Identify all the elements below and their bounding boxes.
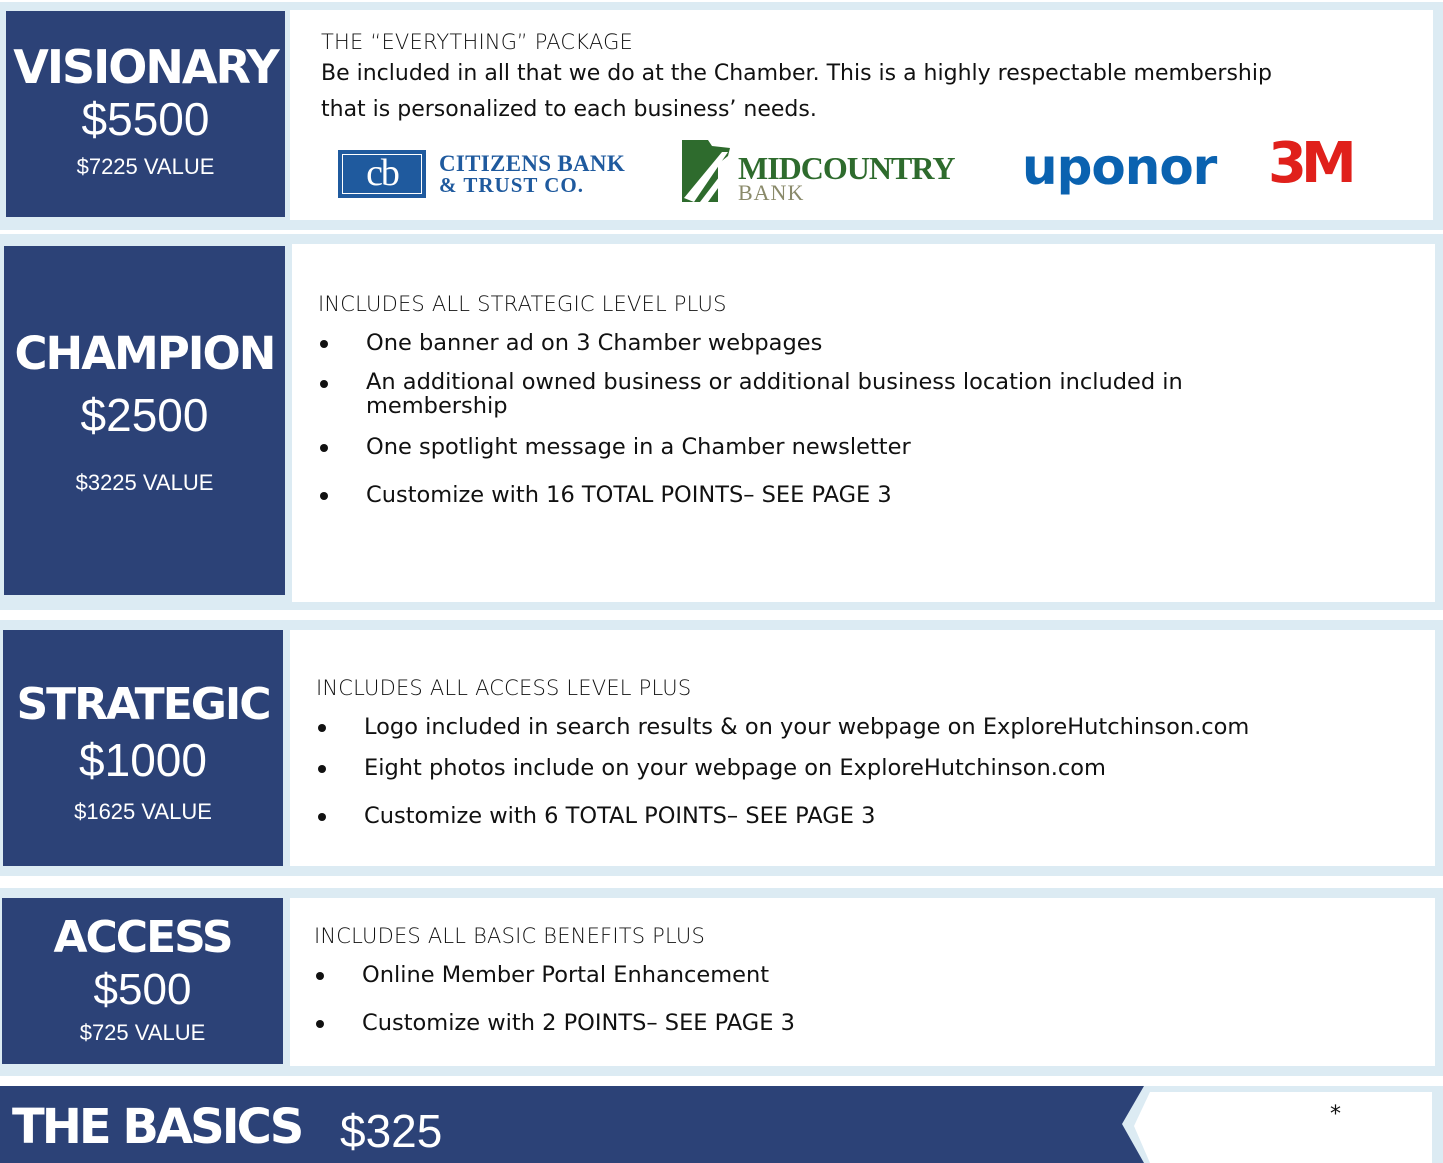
description-line: Be included in all that we do at the Cha…: [321, 61, 1272, 86]
benefit-list: One banner ad on 3 Chamber webpages An a…: [318, 330, 1278, 508]
visionary-tier: VISIONARY $5500 $7225 VALUE THE “EVERYTH…: [0, 2, 1443, 230]
section-heading: INCLUDES ALL STRATEGIC LEVEL PLUS: [318, 292, 727, 316]
benefit-item: An additional owned business or addition…: [318, 370, 1278, 418]
benefit-item: Customize with 2 POINTS– SEE PAGE 3: [314, 1010, 1214, 1036]
tier-price: $1000: [79, 734, 207, 786]
tier-name: CHAMPION: [14, 327, 277, 380]
basics-price: $325: [340, 1105, 443, 1157]
uponor-logo: uponor: [1022, 138, 1217, 196]
tier-name: ACCESS: [53, 912, 233, 963]
strategic-tier: STRATEGIC $1000 $1625 VALUE INCLUDES ALL…: [0, 620, 1443, 876]
citizens-bank-logo: cb CITIZENS BANK & TRUST CO.: [338, 148, 658, 200]
basics-title: THE BASICS: [12, 1099, 304, 1155]
benefit-list: Online Member Portal Enhancement Customi…: [314, 962, 1214, 1036]
visionary-label-block: VISIONARY $5500 $7225 VALUE: [6, 11, 285, 217]
tier-price: $2500: [80, 389, 209, 441]
tier-value: $7225 VALUE: [76, 154, 215, 179]
basics-asterisk: *: [1330, 1102, 1341, 1127]
minnesota-shape-icon: [682, 140, 730, 202]
tier-value: $1625 VALUE: [74, 799, 212, 824]
citizens-line1: CITIZENS BANK: [439, 151, 626, 176]
champion-tier: CHAMPION $2500 $3225 VALUE INCLUDES ALL …: [0, 234, 1443, 610]
description-line: that is personalized to each business’ n…: [321, 97, 817, 122]
section-heading: THE “EVERYTHING” PACKAGE: [321, 30, 634, 54]
access-label-block: ACCESS $500 $725 VALUE: [2, 898, 283, 1064]
tier-price: $500: [93, 965, 192, 1014]
champion-label-block: CHAMPION $2500 $3225 VALUE: [4, 246, 285, 595]
citizens-line2: & TRUST CO.: [439, 173, 585, 197]
access-benefits: INCLUDES ALL BASIC BENEFITS PLUS Online …: [314, 924, 1214, 1036]
champion-benefits: INCLUDES ALL STRATEGIC LEVEL PLUS One ba…: [318, 292, 1278, 508]
tier-price: $5500: [81, 93, 210, 145]
benefit-item: Eight photos include on your webpage on …: [316, 755, 1376, 781]
benefit-list: Logo included in search results & on you…: [316, 714, 1376, 829]
benefit-item: One spotlight message in a Chamber newsl…: [318, 434, 1278, 460]
access-tier: ACCESS $500 $725 VALUE INCLUDES ALL BASI…: [0, 888, 1443, 1076]
strategic-benefits: INCLUDES ALL ACCESS LEVEL PLUS Logo incl…: [316, 676, 1376, 829]
benefit-item: Customize with 6 TOTAL POINTS– SEE PAGE …: [316, 803, 1376, 829]
benefit-item: One banner ad on 3 Chamber webpages: [318, 330, 1278, 356]
cb-mark-inner: cb: [342, 154, 422, 194]
3m-logo: 3M: [1268, 131, 1357, 196]
basics-banner: THE BASICS $325 *: [0, 1086, 1443, 1163]
midcountry-bank-logo: MIDCOUNTRY BANK: [678, 138, 955, 205]
section-heading: INCLUDES ALL BASIC BENEFITS PLUS: [314, 924, 705, 948]
visionary-description: THE “EVERYTHING” PACKAGE Be included in …: [321, 30, 1272, 128]
tier-value: $3225 VALUE: [75, 470, 214, 495]
benefit-item: Customize with 16 TOTAL POINTS– SEE PAGE…: [318, 482, 1278, 508]
benefit-item: Logo included in search results & on you…: [316, 714, 1376, 740]
cb-mark: cb: [338, 150, 426, 198]
tier-name: VISIONARY: [13, 40, 279, 94]
section-heading: INCLUDES ALL ACCESS LEVEL PLUS: [316, 676, 692, 700]
midcountry-line2: BANK: [738, 180, 805, 205]
tier-value: $725 VALUE: [79, 1020, 206, 1045]
strategic-label-block: STRATEGIC $1000 $1625 VALUE: [3, 630, 283, 866]
benefit-item: Online Member Portal Enhancement: [314, 962, 1214, 988]
tier-name: STRATEGIC: [16, 679, 271, 730]
